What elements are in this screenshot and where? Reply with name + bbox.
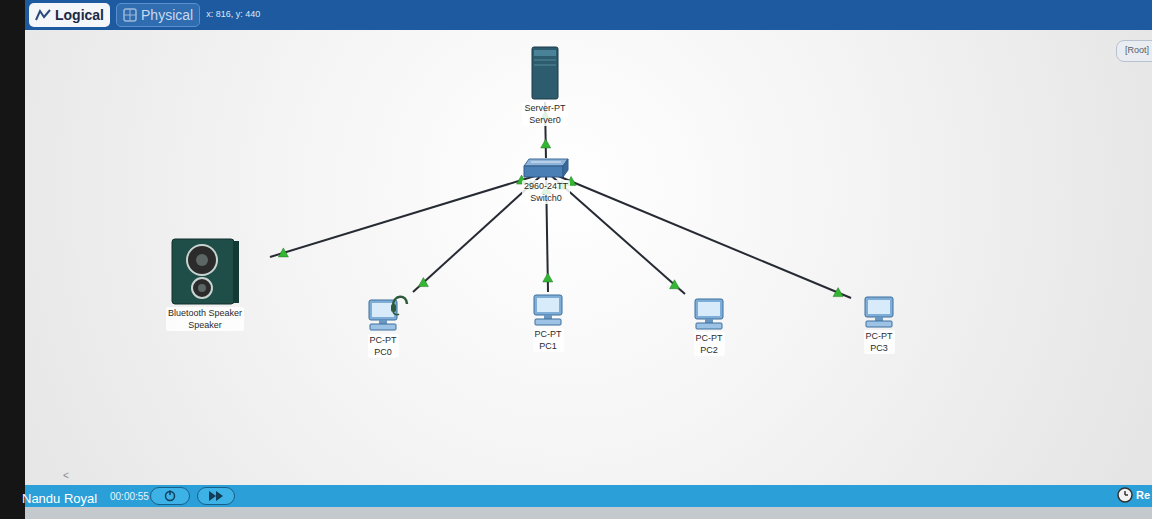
- pc-device-icon[interactable]: [692, 298, 726, 330]
- scroll-left-arrow[interactable]: <: [63, 468, 69, 483]
- fast-forward-icon: [209, 491, 223, 501]
- network-device[interactable]: 2960-24TTSwitch0: [486, 158, 606, 204]
- headset-icon: [549, 38, 569, 64]
- network-device[interactable]: Bluetooth SpeakerSpeaker: [145, 238, 265, 331]
- link-status-icon: [418, 278, 428, 287]
- time-bar: 00:00:55 Re: [25, 485, 1152, 507]
- device-labels: 2960-24TTSwitch0: [522, 180, 570, 204]
- toolbar-strip: [25, 507, 1152, 519]
- network-link: [558, 176, 851, 298]
- realtime-clock-icon: [1117, 487, 1133, 503]
- workspace-bar: Logical Physical x: 816, y: 440: [25, 0, 1152, 30]
- network-link: [552, 176, 685, 294]
- network-device[interactable]: PC-PTPC3: [819, 296, 939, 354]
- realtime-label: Re: [1136, 487, 1150, 504]
- pc-device-icon[interactable]: [862, 296, 896, 328]
- network-device[interactable]: PC-PTPC0: [323, 298, 443, 358]
- pc-device-icon[interactable]: [531, 294, 565, 326]
- network-device[interactable]: Server-PTServer0: [485, 46, 605, 126]
- workspace-tab[interactable]: Logical: [29, 3, 110, 27]
- switch-device-icon[interactable]: [523, 158, 569, 178]
- device-model: 2960-24TT: [524, 180, 568, 192]
- link-status-icon: [278, 248, 288, 257]
- headset-icon: [555, 286, 575, 312]
- device-labels: Server-PTServer0: [522, 102, 567, 126]
- speaker-device-icon[interactable]: [171, 238, 240, 305]
- realtime-mode[interactable]: Re: [1117, 487, 1150, 504]
- headset-icon: [716, 290, 736, 316]
- device-model: PC-PT: [696, 332, 723, 344]
- workspace-tab[interactable]: Physical: [116, 3, 200, 27]
- device-model: PC-PT: [370, 334, 397, 346]
- device-name: PC3: [870, 342, 888, 354]
- headset-icon: [390, 290, 410, 316]
- link-status-icon: [833, 288, 843, 297]
- logical-canvas[interactable]: [Root] < Server-PTServer0 2960-24TTSwitch0 B…: [25, 30, 1152, 485]
- power-cycle-button[interactable]: [150, 487, 190, 505]
- physical-view-icon: [123, 8, 137, 22]
- watermark-slot: Nandu Royal: [22, 486, 97, 510]
- device-model: PC-PT: [535, 328, 562, 340]
- watermark: Nandu Royal: [22, 491, 97, 506]
- link-status-icon: [541, 139, 551, 148]
- network-device[interactable]: PC-PTPC2: [649, 298, 769, 356]
- device-labels: PC-PTPC0: [368, 334, 399, 358]
- cycle-icon: [164, 490, 176, 502]
- device-labels: Bluetooth SpeakerSpeaker: [166, 307, 244, 331]
- headset-icon: [886, 288, 906, 314]
- fast-forward-button[interactable]: [197, 487, 235, 505]
- server-device-icon[interactable]: [531, 46, 559, 100]
- screen-bezel: [0, 0, 25, 519]
- device-name: PC0: [374, 346, 392, 358]
- tab-label: Logical: [55, 5, 104, 26]
- cursor-position: x: 816, y: 440: [206, 8, 260, 22]
- link-status-icon: [670, 280, 680, 289]
- device-model: PC-PT: [866, 330, 893, 342]
- device-name: PC1: [539, 340, 557, 352]
- device-labels: PC-PTPC2: [694, 332, 725, 356]
- tab-label: Physical: [141, 5, 193, 26]
- device-name: Server0: [529, 114, 561, 126]
- pc-device-icon[interactable]: [366, 298, 400, 332]
- device-model: Server-PT: [524, 102, 565, 114]
- logical-view-icon: [35, 8, 51, 22]
- device-labels: PC-PTPC3: [864, 330, 895, 354]
- link-status-icon: [543, 273, 553, 282]
- network-device[interactable]: PC-PTPC1: [488, 294, 608, 352]
- device-labels: PC-PTPC1: [533, 328, 564, 352]
- main-area: Logical Physical x: 816, y: 440 [Root] < Ser…: [25, 0, 1152, 519]
- cluster-root-button[interactable]: [Root]: [1116, 40, 1152, 62]
- headset-icon: [230, 230, 250, 256]
- device-name: Speaker: [188, 319, 222, 331]
- simulation-time: 00:00:55: [110, 489, 149, 504]
- device-model: Bluetooth Speaker: [168, 307, 242, 319]
- headset-icon: [559, 150, 579, 176]
- device-name: Switch0: [530, 192, 562, 204]
- app-window: Logical Physical x: 816, y: 440 [Root] < Ser…: [0, 0, 1152, 519]
- device-name: PC2: [700, 344, 718, 356]
